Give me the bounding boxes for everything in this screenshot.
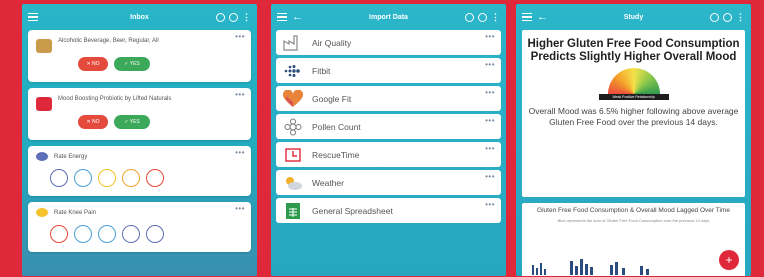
study-heading: Higher Gluten Free Food Consumption Pred… (527, 38, 740, 63)
import-item[interactable]: Pollen Count ••• (276, 114, 501, 139)
rating-label: Rate Knee Pain (54, 209, 97, 216)
import-item-label: Google Fit (312, 93, 352, 104)
card-more-icon[interactable]: ••• (235, 90, 245, 99)
item-more-icon[interactable]: ••• (485, 144, 495, 153)
import-item[interactable]: Fitbit ••• (276, 58, 501, 83)
fitbit-icon (282, 62, 304, 80)
import-item-label: Fitbit (312, 65, 331, 76)
first-aid-icon (36, 97, 52, 111)
menu-icon[interactable] (522, 13, 532, 21)
study-screen: ← Study ⋮ Higher Gluten Free Food Consum… (516, 4, 751, 276)
knee-pain-icon (36, 208, 48, 217)
import-item-label: General Spreadsheet (312, 205, 393, 216)
search-icon[interactable] (710, 12, 719, 22)
factory-icon (282, 34, 304, 52)
search-icon[interactable] (465, 12, 474, 22)
import-item[interactable]: General Spreadsheet ••• (276, 198, 501, 223)
menu-icon[interactable] (277, 13, 287, 21)
face-5-icon[interactable] (146, 225, 164, 243)
overflow-menu-icon[interactable]: ⋮ (491, 12, 500, 22)
reminder-text: Alcoholic Beverage, Beer, Regular, All (58, 38, 159, 44)
beer-icon (36, 39, 52, 53)
spreadsheet-icon (282, 202, 304, 220)
card-more-icon[interactable]: ••• (235, 204, 245, 213)
heart-icon (282, 89, 304, 108)
rating-card: Rate Knee Pain ••• (28, 202, 251, 252)
inbox-top-bar: Inbox ⋮ (22, 4, 257, 30)
gauge-label: Weak Positive Relationship (598, 94, 669, 100)
chart-subtitle: Blue represents the sum of Gluten Free F… (557, 217, 710, 223)
import-item-label: Pollen Count (312, 121, 361, 132)
import-data-screen: ← Import Data ⋮ Air Quality ••• Fitbit •… (271, 4, 506, 276)
face-4-icon[interactable] (122, 169, 140, 187)
back-arrow-icon[interactable]: ← (292, 11, 303, 23)
study-summary: Overall Mood was 6.5% higher following a… (528, 106, 739, 127)
weather-icon (282, 174, 304, 192)
face-1-icon[interactable] (50, 225, 68, 243)
chart-title: Gluten Free Food Consumption & Overall M… (537, 207, 730, 214)
energy-icon (36, 152, 48, 161)
import-item-label: Air Quality (312, 37, 352, 48)
import-item[interactable]: Google Fit ••• (276, 86, 501, 111)
card-more-icon[interactable]: ••• (235, 148, 245, 157)
face-1-icon[interactable] (50, 169, 68, 187)
reminder-card: Mood Boosting Probiotic by Lifted Natura… (28, 88, 251, 140)
face-4-icon[interactable] (122, 225, 140, 243)
back-arrow-icon[interactable]: ← (537, 11, 548, 23)
item-more-icon[interactable]: ••• (485, 32, 495, 41)
study-card: Higher Gluten Free Food Consumption Pred… (522, 30, 745, 197)
no-button[interactable]: ✕ NO (78, 57, 108, 71)
reminder-card: Alcoholic Beverage, Beer, Regular, All •… (28, 30, 251, 82)
search-icon[interactable] (216, 12, 225, 22)
yes-button[interactable]: ✓ YES (114, 57, 150, 71)
chart-card: Gluten Free Food Consumption & Overall M… (522, 203, 745, 276)
reminder-text: Mood Boosting Probiotic by Lifted Natura… (58, 96, 172, 102)
item-more-icon[interactable]: ••• (485, 60, 495, 69)
face-3-icon[interactable] (98, 169, 116, 187)
import-item[interactable]: Weather ••• (276, 170, 501, 195)
add-button[interactable]: + (719, 250, 739, 270)
rating-label: Rate Energy (54, 153, 88, 160)
mini-chart (532, 259, 649, 275)
import-item-label: Weather (312, 177, 344, 188)
face-3-icon[interactable] (98, 225, 116, 243)
no-button[interactable]: ✕ NO (78, 115, 108, 129)
relationship-gauge (607, 68, 660, 94)
clock-icon (282, 146, 304, 164)
yes-button[interactable]: ✓ YES (114, 115, 150, 129)
face-2-icon[interactable] (74, 169, 92, 187)
import-item[interactable]: RescueTime ••• (276, 142, 501, 167)
help-icon[interactable] (229, 12, 238, 22)
study-top-bar: ← Study ⋮ (516, 4, 751, 30)
face-5-icon[interactable] (146, 169, 164, 187)
menu-icon[interactable] (28, 13, 38, 21)
import-top-bar: ← Import Data ⋮ (271, 4, 506, 30)
inbox-screen: Inbox ⋮ Alcoholic Beverage, Beer, Regula… (22, 4, 257, 276)
help-icon[interactable] (723, 12, 732, 22)
item-more-icon[interactable]: ••• (485, 200, 495, 209)
card-more-icon[interactable]: ••• (235, 32, 245, 41)
overflow-menu-icon[interactable]: ⋮ (736, 12, 745, 22)
item-more-icon[interactable]: ••• (485, 116, 495, 125)
rating-card: Rate Energy ••• (28, 146, 251, 196)
face-2-icon[interactable] (74, 225, 92, 243)
overflow-menu-icon[interactable]: ⋮ (242, 12, 251, 22)
flower-icon (282, 118, 304, 136)
item-more-icon[interactable]: ••• (485, 172, 495, 181)
import-item-label: RescueTime (312, 149, 360, 160)
item-more-icon[interactable]: ••• (485, 88, 495, 97)
help-icon[interactable] (478, 12, 487, 22)
import-item[interactable]: Air Quality ••• (276, 30, 501, 55)
